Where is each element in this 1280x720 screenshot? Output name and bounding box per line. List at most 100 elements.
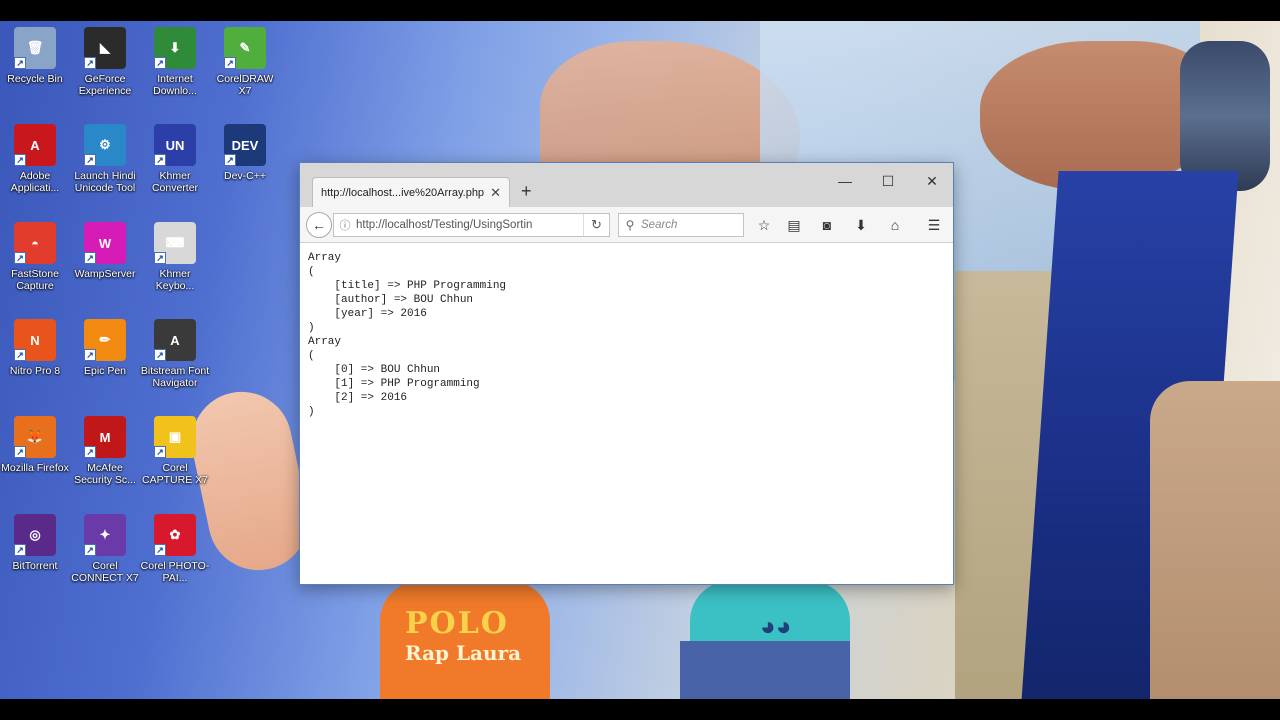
desktop-icon-label: Adobe Applicati... <box>10 170 60 194</box>
downloads-icon[interactable]: ⬇ <box>851 216 871 234</box>
shortcut-arrow-icon: ↗ <box>84 349 96 361</box>
shortcut-arrow-icon: ↗ <box>154 446 166 458</box>
shortcut-arrow-icon: ↗ <box>84 154 96 166</box>
search-placeholder[interactable]: Search <box>641 219 677 231</box>
shortcut-arrow-icon: ↗ <box>14 446 26 458</box>
shortcut-arrow-icon: ↗ <box>154 57 166 69</box>
desktop-icon-label: Corel CONNECT X7 <box>71 560 139 584</box>
corel-photopaint-icon: ✿ ↗ <box>154 514 196 556</box>
shortcut-arrow-icon: ↗ <box>224 154 236 166</box>
shortcut-arrow-icon: ↗ <box>14 544 26 556</box>
reading-list-icon[interactable]: ▤ <box>784 216 804 234</box>
desktop-icon[interactable]: ◣ ↗ GeForce Experience <box>70 27 140 97</box>
shortcut-arrow-icon: ↗ <box>14 252 26 264</box>
shortcut-arrow-icon: ↗ <box>84 252 96 264</box>
desktop-icon[interactable]: ✿ ↗ Corel PHOTO-PAI... <box>140 514 210 584</box>
shortcut-arrow-icon: ↗ <box>14 57 26 69</box>
bookmark-star-icon[interactable]: ☆ <box>754 216 774 234</box>
tab-close-icon[interactable]: ✕ <box>490 185 501 201</box>
wallpaper-shirt-graphic: ◕◕ <box>760 611 792 641</box>
desktop-icon-label: BitTorrent <box>12 560 58 572</box>
desktop-icon-label: Recycle Bin <box>7 73 63 85</box>
desktop-icon-label: Epic Pen <box>83 365 127 377</box>
shortcut-arrow-icon: ↗ <box>224 57 236 69</box>
desktop-icon[interactable]: ⬇ ↗ Internet Downlo... <box>140 27 210 97</box>
desktop-icon-label: Khmer Converter <box>151 170 199 194</box>
desktop-icon-label: Internet Downlo... <box>153 73 197 97</box>
pocket-icon[interactable]: ◙ <box>817 216 837 234</box>
nitro-icon: N ↗ <box>14 319 56 361</box>
epic-pen-icon: ✏ ↗ <box>84 319 126 361</box>
desktop-icon[interactable]: A ↗ Bitstream Font Navigator <box>140 319 210 389</box>
desktop-icon[interactable]: UN ↗ Khmer Converter <box>140 124 210 194</box>
minimize-button[interactable]: — <box>830 169 860 193</box>
search-icon: ⚲ <box>625 218 635 232</box>
wallpaper-watch <box>1180 41 1270 191</box>
desktop-icon-label: FastStone Capture <box>11 268 59 292</box>
wallpaper-shirt-text: POLO <box>405 606 509 641</box>
browser-tab[interactable]: http://localhost...ive%20Array.php ✕ <box>312 177 510 207</box>
desktop-icon-label: CorelDRAW X7 <box>216 73 274 97</box>
desktop-icon-label: WampServer <box>74 268 136 280</box>
maximize-button[interactable]: ☐ <box>873 169 903 193</box>
back-button[interactable]: ← <box>306 212 332 238</box>
desktop-icon-label: Nitro Pro 8 <box>9 365 61 377</box>
desktop-icon-label: McAfee Security Sc... <box>74 462 136 486</box>
desktop-icon[interactable]: ✏ ↗ Epic Pen <box>70 319 140 377</box>
shortcut-arrow-icon: ↗ <box>154 349 166 361</box>
desktop-icon[interactable]: ⚙ ↗ Launch Hindi Unicode Tool <box>70 124 140 194</box>
desktop-icon-label: Khmer Keybo... <box>155 268 195 292</box>
wampserver-icon: W ↗ <box>84 222 126 264</box>
desktop-icon[interactable]: ✦ ↗ Corel CONNECT X7 <box>70 514 140 584</box>
desktop-icon-label: Mozilla Firefox <box>1 462 69 474</box>
desktop-icon[interactable]: W ↗ WampServer <box>70 222 140 280</box>
url-bar[interactable]: ⓘ http://localhost/Testing/UsingSortin ↻ <box>333 213 610 237</box>
navigation-toolbar: ← ⓘ http://localhost/Testing/UsingSortin… <box>300 207 953 243</box>
adobe-icon: A ↗ <box>14 124 56 166</box>
desktop-icon[interactable]: N ↗ Nitro Pro 8 <box>0 319 70 377</box>
shortcut-arrow-icon: ↗ <box>84 57 96 69</box>
desktop-icon[interactable]: ✎ ↗ CorelDRAW X7 <box>210 27 280 97</box>
desktop-icon[interactable]: ◎ ↗ BitTorrent <box>0 514 70 572</box>
desktop-icon[interactable]: ⌨ ↗ Khmer Keybo... <box>140 222 210 292</box>
desktop-icon-label: Corel CAPTURE X7 <box>142 462 208 486</box>
desktop-icon[interactable]: 🗑 ↗ Recycle Bin <box>0 27 70 85</box>
desktop-icon[interactable]: ◓ ↗ FastStone Capture <box>0 222 70 292</box>
wallpaper-pants <box>1150 381 1280 699</box>
back-arrow-icon: ← <box>312 217 326 233</box>
corel-capture-icon: ▣ ↗ <box>154 416 196 458</box>
menu-icon[interactable]: ☰ <box>924 216 944 234</box>
firefox-icon: 🦊 ↗ <box>14 416 56 458</box>
new-tab-button[interactable]: + <box>521 181 532 202</box>
khmer-keyboard-icon: ⌨ ↗ <box>154 222 196 264</box>
shortcut-arrow-icon: ↗ <box>84 544 96 556</box>
desktop-icon-label: Bitstream Font Navigator <box>140 365 210 389</box>
wallpaper-jeans <box>680 641 850 699</box>
bitstream-icon: A ↗ <box>154 319 196 361</box>
reload-icon[interactable]: ↻ <box>583 214 609 236</box>
search-bar[interactable]: ⚲ Search <box>618 213 744 237</box>
khmer-converter-icon: UN ↗ <box>154 124 196 166</box>
hindi-unicode-icon: ⚙ ↗ <box>84 124 126 166</box>
url-text[interactable]: http://localhost/Testing/UsingSortin <box>356 219 583 231</box>
desktop-icon-label: GeForce Experience <box>78 73 132 97</box>
desktop-icon-label: Corel PHOTO-PAI... <box>140 560 210 584</box>
faststone-icon: ◓ ↗ <box>14 222 56 264</box>
firefox-window[interactable]: http://localhost...ive%20Array.php ✕ + —… <box>299 162 954 585</box>
coreldraw-icon: ✎ ↗ <box>224 27 266 69</box>
home-icon[interactable]: ⌂ <box>885 216 905 234</box>
title-bar[interactable]: http://localhost...ive%20Array.php ✕ + —… <box>300 163 953 207</box>
shortcut-arrow-icon: ↗ <box>154 544 166 556</box>
close-button[interactable]: ✕ <box>917 169 947 193</box>
corel-connect-icon: ✦ ↗ <box>84 514 126 556</box>
info-icon[interactable]: ⓘ <box>334 217 356 233</box>
geforce-icon: ◣ ↗ <box>84 27 126 69</box>
desktop-icon[interactable]: DEV ↗ Dev-C++ <box>210 124 280 182</box>
desktop-icon[interactable]: ▣ ↗ Corel CAPTURE X7 <box>140 416 210 486</box>
shortcut-arrow-icon: ↗ <box>14 154 26 166</box>
desktop-icon-label: Dev-C++ <box>223 170 266 182</box>
mcafee-icon: M ↗ <box>84 416 126 458</box>
desktop-icon[interactable]: M ↗ McAfee Security Sc... <box>70 416 140 486</box>
desktop-icon[interactable]: 🦊 ↗ Mozilla Firefox <box>0 416 70 474</box>
desktop-icon[interactable]: A ↗ Adobe Applicati... <box>0 124 70 194</box>
